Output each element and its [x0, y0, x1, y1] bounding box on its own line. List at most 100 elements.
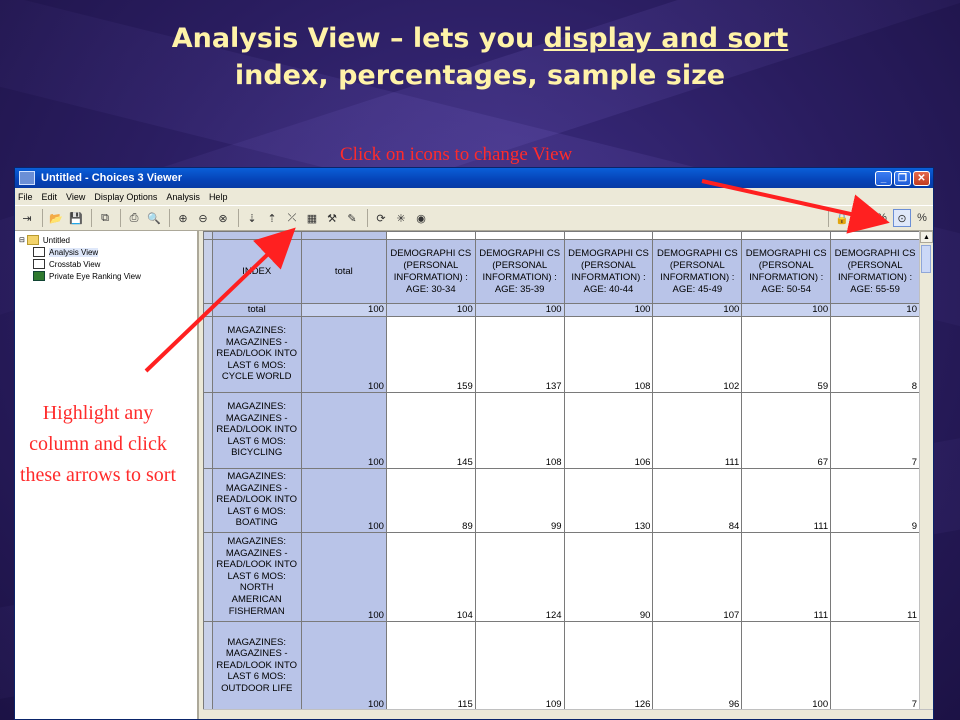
cell: 124: [474, 531, 565, 622]
sort-descending-icon[interactable]: ⇣: [243, 209, 261, 227]
restore-button[interactable]: ❐: [894, 170, 911, 186]
cell: 109: [474, 620, 565, 710]
percent-column-icon[interactable]: %: [873, 209, 891, 227]
row-label: MAGAZINES: MAGAZINES - READ/LOOK INTO LA…: [211, 531, 302, 622]
data-table: INDEX total DEMOGRAPHI CS (PERSONAL INFO…: [203, 231, 920, 710]
users-icon[interactable]: 👥: [853, 209, 871, 227]
table-row[interactable]: MAGAZINES: MAGAZINES - READ/LOOK INTO LA…: [203, 620, 920, 710]
column-header[interactable]: DEMOGRAPHI CS (PERSONAL INFORMATION) : A…: [652, 239, 743, 304]
cell: 100: [652, 303, 743, 317]
zoom-reset-icon[interactable]: ⊗: [214, 209, 232, 227]
column-header[interactable]: DEMOGRAPHI CS (PERSONAL INFORMATION) : A…: [741, 239, 832, 304]
cell: 100: [474, 303, 565, 317]
cell: 108: [563, 315, 654, 393]
tree-item-private-eye[interactable]: Private Eye Ranking View: [19, 270, 197, 282]
app-icon: [19, 171, 35, 185]
expand-icon[interactable]: ⇥: [18, 209, 36, 227]
analysis-grid: INDEX total DEMOGRAPHI CS (PERSONAL INFO…: [203, 231, 920, 710]
tree-item-analysis-view[interactable]: Analysis View: [19, 246, 197, 258]
table-icon: [33, 247, 45, 257]
cell: 7: [830, 391, 920, 469]
percent-row-icon[interactable]: %: [913, 209, 931, 227]
filter-remove-icon[interactable]: ⤫: [283, 209, 301, 227]
column-header[interactable]: DEMOGRAPHI CS (PERSONAL INFORMATION) : A…: [563, 239, 654, 304]
globe-icon[interactable]: ◉: [412, 209, 430, 227]
grid-icon: [33, 259, 45, 269]
cell: 90: [563, 531, 654, 622]
cell: 8: [830, 315, 920, 393]
print-preview-icon[interactable]: 🔍: [145, 209, 163, 227]
cell: 100: [741, 303, 832, 317]
cell: 108: [474, 391, 565, 469]
open-folder-icon[interactable]: 📂: [47, 209, 65, 227]
cell: 89: [385, 467, 476, 533]
table-row-total[interactable]: total 100 100 100 100 100 100 10: [203, 303, 920, 317]
cell: 106: [563, 391, 654, 469]
table-row[interactable]: MAGAZINES: MAGAZINES - READ/LOOK INTO LA…: [203, 315, 920, 393]
header-row: INDEX total DEMOGRAPHI CS (PERSONAL INFO…: [203, 239, 920, 304]
copy-icon[interactable]: ⧉: [96, 209, 114, 227]
cell: 9: [830, 467, 920, 533]
sort-ascending-icon[interactable]: ⇡: [263, 209, 281, 227]
hint-change-view: Click on icons to change View: [340, 144, 573, 165]
print-icon[interactable]: ⎙: [125, 209, 143, 227]
tools-icon[interactable]: ⚒: [323, 209, 341, 227]
cell: 67: [741, 391, 832, 469]
vertical-scrollbar[interactable]: ▲: [919, 231, 933, 710]
tree-root[interactable]: ⊟ Untitled: [19, 234, 197, 246]
close-button[interactable]: ✕: [913, 170, 930, 186]
cell: 100: [300, 467, 387, 533]
cell: 104: [385, 531, 476, 622]
cell: 111: [741, 467, 832, 533]
lock-icon[interactable]: 🔒: [833, 209, 851, 227]
cell: 99: [474, 467, 565, 533]
tree-item-crosstab-view[interactable]: Crosstab View: [19, 258, 197, 270]
column-header[interactable]: DEMOGRAPHI CS (PERSONAL INFORMATION) : A…: [830, 239, 920, 304]
highlight-icon[interactable]: ✎: [343, 209, 361, 227]
table-row[interactable]: MAGAZINES: MAGAZINES - READ/LOOK INTO LA…: [203, 467, 920, 533]
column-header[interactable]: DEMOGRAPHI CS (PERSONAL INFORMATION) : A…: [474, 239, 565, 304]
scroll-up-icon[interactable]: ▲: [920, 231, 933, 243]
column-header[interactable]: DEMOGRAPHI CS (PERSONAL INFORMATION) : A…: [385, 239, 476, 304]
cell: 96: [652, 620, 743, 710]
index-corner-header[interactable]: INDEX: [211, 239, 302, 304]
menu-edit[interactable]: Edit: [42, 192, 58, 202]
cell: 100: [300, 303, 387, 317]
menu-display-options[interactable]: Display Options: [94, 192, 157, 202]
row-label: MAGAZINES: MAGAZINES - READ/LOOK INTO LA…: [211, 315, 302, 393]
zoom-in-icon[interactable]: ⊕: [174, 209, 192, 227]
save-icon[interactable]: 💾: [67, 209, 85, 227]
minimize-button[interactable]: _: [875, 170, 892, 186]
chart-icon[interactable]: ▦: [303, 209, 321, 227]
menu-view[interactable]: View: [66, 192, 85, 202]
cell: 126: [563, 620, 654, 710]
scroll-thumb[interactable]: [921, 245, 931, 273]
index-100-icon[interactable]: ⊙: [893, 209, 911, 227]
cell: 159: [385, 315, 476, 393]
menu-help[interactable]: Help: [209, 192, 228, 202]
cell: 100: [563, 303, 654, 317]
detective-icon: [33, 271, 45, 281]
slide-title: Analysis View – lets you display and sor…: [0, 20, 960, 94]
toolbar: ⇥ 📂 💾 ⧉ ⎙ 🔍 ⊕ ⊖ ⊗ ⇣ ⇡ ⤫ ▦ ⚒ ✎ ⟳ ✳ ◉ 🔒 👥 …: [15, 205, 933, 231]
table-row[interactable]: MAGAZINES: MAGAZINES - READ/LOOK INTO LA…: [203, 391, 920, 469]
folder-icon: [26, 235, 39, 245]
zoom-out-icon[interactable]: ⊖: [194, 209, 212, 227]
cell: 102: [652, 315, 743, 393]
refresh-icon[interactable]: ⟳: [372, 209, 390, 227]
cell: 100: [300, 620, 387, 710]
cell: 115: [385, 620, 476, 710]
sparkle-icon[interactable]: ✳: [392, 209, 410, 227]
table-row[interactable]: MAGAZINES: MAGAZINES - READ/LOOK INTO LA…: [203, 531, 920, 622]
menu-file[interactable]: File: [18, 192, 33, 202]
window-title: Untitled - Choices 3 Viewer: [41, 172, 183, 184]
window-titlebar[interactable]: Untitled - Choices 3 Viewer _ ❐ ✕: [15, 168, 933, 188]
cell: 130: [563, 467, 654, 533]
cell: 111: [652, 391, 743, 469]
cell: 100: [385, 303, 476, 317]
cell: 7: [830, 620, 920, 710]
total-column-header[interactable]: total: [300, 239, 387, 304]
menu-analysis[interactable]: Analysis: [166, 192, 200, 202]
cell: 11: [830, 531, 920, 622]
horizontal-scrollbar[interactable]: [203, 709, 933, 719]
